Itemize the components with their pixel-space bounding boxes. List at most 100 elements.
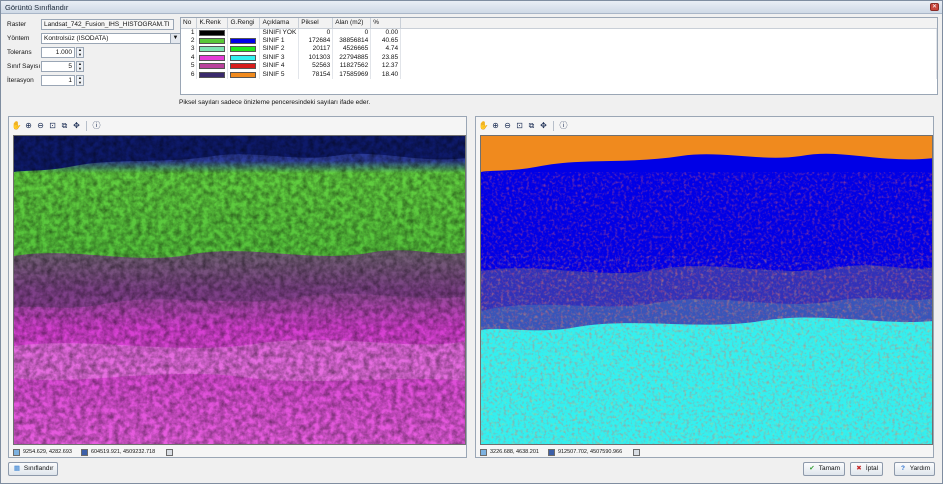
full-extent-icon[interactable]: ✥	[538, 120, 549, 131]
full-extent-icon[interactable]: ✥	[71, 120, 82, 131]
info-icon[interactable]: ⓘ	[558, 120, 569, 131]
info-icon[interactable]: ⓘ	[91, 120, 102, 131]
settings-icon[interactable]	[166, 448, 174, 456]
zoom-in-icon[interactable]: ⊕	[23, 120, 34, 131]
col-k-renk[interactable]: K.Renk	[196, 18, 229, 29]
cell-yuzde: 0.00	[370, 28, 402, 37]
tolerance-label: Tolerans	[7, 49, 32, 56]
col-g-rengi[interactable]: G.Rengi	[227, 18, 261, 29]
table-header-row: No K.Renk G.Rengi Açıklama Piksel Alan (…	[181, 18, 937, 29]
output-color-cell	[227, 28, 261, 37]
close-icon[interactable]: ✕	[930, 3, 939, 11]
right-map-coords: 912507.702, 4507590.966	[557, 449, 623, 455]
cell-no: 1	[181, 28, 198, 37]
output-color-swatch[interactable]	[230, 37, 257, 44]
iteration-spinner[interactable]: ▲ ▼	[76, 75, 84, 86]
class-color-cell	[196, 36, 229, 45]
cell-aciklama: SINIF 1	[259, 36, 300, 45]
tolerance-spinner[interactable]: ▲ ▼	[76, 47, 84, 58]
table-row[interactable]: 1 SINIFI YOK 0 0 0.00	[181, 28, 937, 37]
globe-icon	[80, 448, 88, 456]
chevron-down-icon[interactable]: ▼	[170, 34, 180, 43]
class-color-swatch[interactable]	[199, 71, 226, 78]
class-color-swatch[interactable]	[199, 63, 226, 70]
col-aciklama[interactable]: Açıklama	[259, 18, 300, 29]
cell-piksel: 78154	[298, 70, 334, 79]
coords-icon	[480, 448, 487, 456]
ok-button-label: Tamam	[818, 465, 841, 472]
class-count-input[interactable]: 5	[41, 61, 75, 72]
table-row[interactable]: 2 SINIF 1 172684 38856814 40.65	[181, 36, 937, 45]
cell-yuzde: 12.37	[370, 62, 402, 71]
cell-yuzde: 23.85	[370, 53, 402, 62]
cell-filler	[400, 62, 937, 71]
classify-button[interactable]: ▦ Sınıflandır	[8, 462, 59, 476]
cell-aciklama: SINIF 5	[259, 70, 300, 79]
col-alan[interactable]: Alan (m2)	[332, 18, 372, 29]
cell-no: 6	[181, 70, 198, 79]
output-color-swatch[interactable]	[230, 71, 257, 78]
col-no[interactable]: No	[181, 18, 198, 29]
help-button[interactable]: ? Yardım	[894, 462, 936, 476]
table-row[interactable]: 4 SINIF 3 101303 22794885 23.85	[181, 53, 937, 62]
output-color-swatch[interactable]	[230, 46, 257, 53]
iteration-input[interactable]: 1	[41, 75, 75, 86]
output-color-swatch[interactable]	[230, 54, 257, 61]
button-bar: ▦ Sınıflandır ✔ Tamam ✖ İptal ? Yardım	[1, 460, 942, 483]
cell-filler	[400, 28, 937, 37]
cell-alan: 17585969	[332, 70, 372, 79]
tolerance-input[interactable]: 1.000	[41, 47, 75, 58]
class-color-swatch[interactable]	[199, 54, 226, 61]
table-row[interactable]: 3 SINIF 2 20117 4526665 4.74	[181, 45, 937, 54]
pixel-note: Piksel sayıları sadece önizleme penceres…	[179, 99, 371, 106]
class-count-spinner[interactable]: ▲ ▼	[76, 61, 84, 72]
class-color-cell	[196, 62, 229, 71]
zoom-in-icon[interactable]: ⊕	[490, 120, 501, 131]
class-color-cell	[196, 28, 229, 37]
help-button-label: Yardım	[909, 465, 931, 472]
zoom-box-icon[interactable]: ⊡	[47, 120, 58, 131]
output-color-swatch[interactable]	[230, 63, 257, 70]
settings-icon[interactable]	[633, 448, 641, 456]
class-color-swatch[interactable]	[199, 29, 226, 36]
output-color-cell	[227, 53, 261, 62]
cancel-button[interactable]: ✖ İptal	[850, 462, 884, 476]
classified-image-preview[interactable]	[480, 135, 933, 445]
raster-field[interactable]: Landsat_742_Fusion_IHS_HISTOGRAM.TI	[41, 19, 174, 30]
checkmark-icon: ✔	[809, 465, 815, 472]
zoom-out-icon[interactable]: ⊖	[35, 120, 46, 131]
class-color-cell	[196, 70, 229, 79]
cell-alan: 38856814	[332, 36, 372, 45]
output-color-cell	[227, 62, 261, 71]
class-count-label: Sınıf Sayısı	[7, 63, 41, 70]
class-color-swatch[interactable]	[199, 46, 226, 53]
landsat-image	[14, 136, 465, 444]
pan-icon[interactable]: ✋	[11, 120, 22, 131]
zoom-out-icon[interactable]: ⊖	[502, 120, 513, 131]
ok-button[interactable]: ✔ Tamam	[803, 462, 846, 476]
output-color-cell	[227, 70, 261, 79]
cell-filler	[400, 53, 937, 62]
original-image-panel: ✋ ⊕ ⊖ ⊡ ⧉ ✥ ⓘ 9254.629, 4282.693 604519.…	[8, 116, 467, 458]
cell-filler	[400, 45, 937, 54]
col-piksel[interactable]: Piksel	[298, 18, 334, 29]
cell-yuzde: 18.40	[370, 70, 402, 79]
table-row[interactable]: 5 SINIF 4 52563 11827562 12.37	[181, 62, 937, 71]
help-icon: ?	[901, 465, 905, 472]
class-color-swatch[interactable]	[199, 37, 226, 44]
method-select[interactable]: Kontrolsüz (ISODATA) ▼	[41, 33, 181, 44]
original-image-preview[interactable]	[13, 135, 466, 445]
zoom-box-icon[interactable]: ⊡	[514, 120, 525, 131]
pan-icon[interactable]: ✋	[478, 120, 489, 131]
classified-image	[481, 136, 932, 444]
iteration-label: İterasyon	[7, 77, 34, 84]
zoom-layer-icon[interactable]: ⧉	[526, 120, 537, 131]
cell-aciklama: SINIF 2	[259, 45, 300, 54]
output-color-swatch[interactable]	[230, 30, 256, 36]
col-yuzde[interactable]: %	[370, 18, 402, 29]
cell-alan: 22794885	[332, 53, 372, 62]
table-row[interactable]: 6 SINIF 5 78154 17585969 18.40	[181, 70, 937, 79]
class-table: No K.Renk G.Rengi Açıklama Piksel Alan (…	[180, 17, 938, 95]
window-title: Görüntü Sınıflandır	[5, 3, 69, 12]
zoom-layer-icon[interactable]: ⧉	[59, 120, 70, 131]
